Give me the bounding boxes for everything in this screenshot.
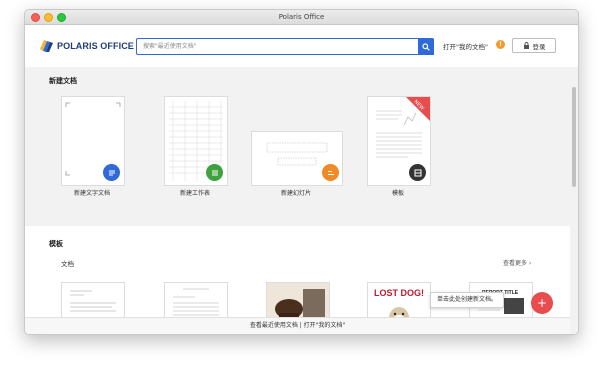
recent-documents-text[interactable]: 查看最近使用文档 | 打开"我的文档" bbox=[250, 322, 345, 329]
window-controls bbox=[31, 13, 66, 22]
create-document-fab[interactable]: + bbox=[531, 292, 553, 314]
app-logo: POLARIS OFFICE bbox=[39, 39, 134, 52]
new-document-title: 新建文档 bbox=[49, 77, 77, 85]
new-slide-card[interactable] bbox=[251, 131, 343, 186]
scrollbar-thumb[interactable] bbox=[572, 87, 576, 187]
see-more-link[interactable]: 查看更多 › bbox=[503, 258, 531, 267]
open-my-documents-link[interactable]: 打开"我的文档" bbox=[443, 41, 488, 51]
sheet-icon bbox=[206, 164, 223, 181]
maximize-window-button[interactable] bbox=[57, 13, 66, 22]
login-button[interactable]: 登录 bbox=[512, 38, 556, 53]
app-header: POLARIS OFFICE 打开"我的文档" ! 登录 bbox=[25, 25, 578, 68]
alert-icon[interactable]: ! bbox=[496, 40, 505, 49]
polaris-logo-icon bbox=[40, 40, 53, 52]
close-window-button[interactable] bbox=[31, 13, 40, 22]
new-text-doc-label: 新建文字文档 bbox=[73, 190, 110, 197]
search-input[interactable] bbox=[137, 40, 418, 53]
window-title: Polaris Office bbox=[278, 13, 325, 21]
minimize-window-button[interactable] bbox=[44, 13, 53, 22]
template-card[interactable]: NEW bbox=[367, 96, 431, 186]
vertical-scrollbar[interactable] bbox=[570, 67, 578, 334]
template-section-title: 模板 bbox=[49, 240, 63, 248]
recent-documents-bar[interactable]: 查看最近使用文档 | 打开"我的文档" bbox=[25, 317, 570, 334]
lost-dog-heading: LOST DOG! bbox=[374, 288, 424, 298]
search-icon bbox=[422, 42, 430, 51]
new-text-doc-card[interactable] bbox=[61, 96, 125, 186]
new-sheet-label: 新建工作表 bbox=[179, 190, 210, 197]
template-label: 模板 bbox=[391, 190, 404, 197]
new-document-section: 新建文档 新建文字文档 新建工作表 新建幻灯片 NEW 模板 bbox=[25, 67, 570, 217]
create-document-tooltip: 单击此处创建新文档。 bbox=[430, 292, 505, 308]
logo-text: POLARIS OFFICE bbox=[57, 40, 134, 51]
search-button[interactable] bbox=[418, 38, 434, 55]
template-icon bbox=[409, 164, 426, 181]
doc-icon bbox=[103, 164, 120, 181]
login-label: 登录 bbox=[532, 42, 546, 51]
document-subsection-title: 文档 bbox=[61, 260, 74, 268]
slide-icon bbox=[322, 164, 339, 181]
title-bar: Polaris Office bbox=[25, 10, 578, 25]
new-sheet-card[interactable] bbox=[164, 96, 228, 186]
lock-icon bbox=[523, 42, 529, 49]
search-bar bbox=[136, 38, 434, 55]
new-slide-label: 新建幻灯片 bbox=[280, 190, 311, 197]
app-window: Polaris Office POLARIS OFFICE 打开"我的文档" ! bbox=[24, 9, 579, 335]
